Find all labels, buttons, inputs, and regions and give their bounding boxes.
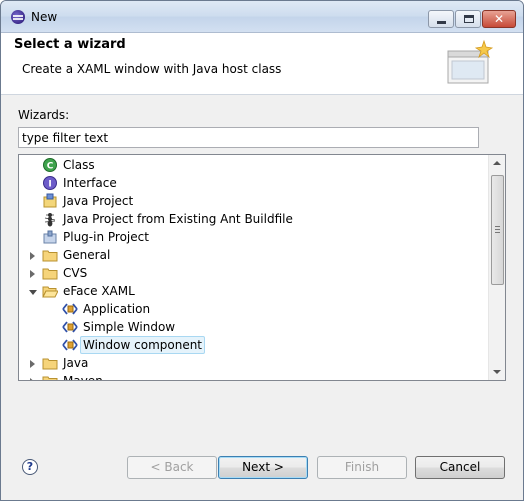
tree-item-label: eFace XAML <box>63 284 135 298</box>
grip-icon <box>495 226 500 233</box>
tree-item-label: Interface <box>63 176 117 190</box>
wizard-header: Select a wizard Create a XAML window wit… <box>1 33 523 95</box>
wizard-description: Create a XAML window with Java host clas… <box>22 62 282 76</box>
new-wizard-dialog: New ✕ Select a wizard Create a XAML wind… <box>0 0 524 501</box>
scroll-down-icon[interactable] <box>493 370 501 374</box>
close-icon: ✕ <box>493 12 505 26</box>
java-interface-icon: I <box>42 175 58 191</box>
close-button[interactable]: ✕ <box>482 10 516 28</box>
maximize-button[interactable] <box>455 10 481 28</box>
collapse-arrow-icon[interactable] <box>30 360 35 368</box>
tree-item-java-project-from-existing-ant-buildfile[interactable]: Java Project from Existing Ant Buildfile <box>19 210 489 228</box>
tree-item-label: General <box>63 248 111 262</box>
tree-item-label: Java Project <box>63 194 134 208</box>
folder-icon <box>42 265 58 281</box>
tree-item-class[interactable]: C Class <box>19 156 489 174</box>
tree-item-eface-xaml[interactable]: eFace XAML <box>19 282 489 300</box>
finish-button[interactable]: Finish <box>317 456 407 479</box>
tree-item-plug-in-project[interactable]: Plug-in Project <box>19 228 489 246</box>
cancel-button[interactable]: Cancel <box>415 456 505 479</box>
ant-icon <box>42 211 58 227</box>
tree-item-window-component[interactable]: Window component <box>19 336 489 354</box>
tree-item-label: Application <box>83 302 151 316</box>
tree-item-interface[interactable]: I Interface <box>19 174 489 192</box>
tree-item-java[interactable]: Java <box>19 354 489 372</box>
xaml-icon <box>62 337 78 353</box>
collapse-arrow-icon[interactable] <box>30 252 35 260</box>
tree-item-cvs[interactable]: CVS <box>19 264 489 282</box>
maximize-icon <box>464 15 474 23</box>
wizard-window-icon <box>447 39 494 84</box>
tree-item-general[interactable]: General <box>19 246 489 264</box>
xaml-icon <box>62 319 78 335</box>
tree-item-label: Window component <box>80 336 206 354</box>
eclipse-icon <box>11 10 25 24</box>
collapse-arrow-icon[interactable] <box>30 270 35 278</box>
tree-item-label: Maven <box>63 374 103 381</box>
tree-item-label: Java <box>63 356 89 370</box>
tree-item-maven[interactable]: Maven <box>19 372 489 381</box>
collapse-arrow-icon[interactable] <box>30 378 35 380</box>
scroll-thumb[interactable] <box>491 175 504 285</box>
tree-item-label: Plug-in Project <box>63 230 149 244</box>
tree-item-label: Class <box>63 158 95 172</box>
next-button[interactable]: Next > <box>218 456 308 479</box>
java-class-icon: C <box>42 157 58 173</box>
folder-icon <box>42 355 58 371</box>
tree-item-java-project[interactable]: Java Project <box>19 192 489 210</box>
back-button[interactable]: < Back <box>127 456 217 479</box>
svg-text:C: C <box>47 162 54 172</box>
plugin-project-icon <box>42 229 58 245</box>
title-bar[interactable]: New ✕ <box>1 1 523 33</box>
minimize-button[interactable] <box>428 10 454 28</box>
folder-open-icon <box>42 283 59 299</box>
java-project-icon <box>42 193 58 209</box>
tree-item-label: CVS <box>63 266 88 280</box>
xaml-icon <box>62 301 78 317</box>
tree-item-application[interactable]: Application <box>19 300 489 318</box>
expand-arrow-icon[interactable] <box>29 290 37 295</box>
wizard-title: Select a wizard <box>14 37 126 52</box>
tree-item-label: Java Project from Existing Ant Buildfile <box>63 212 293 226</box>
folder-icon <box>42 373 58 380</box>
filter-input[interactable] <box>18 127 479 148</box>
tree-item-simple-window[interactable]: Simple Window <box>19 318 489 336</box>
wizards-label: Wizards: <box>18 108 70 122</box>
wizard-tree[interactable]: C Class I Interface Java Project Java Project… <box>18 154 506 381</box>
svg-text:I: I <box>48 180 51 190</box>
tree-item-label: Simple Window <box>83 320 176 334</box>
scroll-up-icon[interactable] <box>493 161 501 165</box>
help-icon[interactable]: ? <box>22 459 38 475</box>
folder-icon <box>42 247 58 263</box>
tree-scrollbar[interactable] <box>488 155 505 380</box>
minimize-icon <box>437 21 446 24</box>
window-title: New <box>31 10 58 24</box>
